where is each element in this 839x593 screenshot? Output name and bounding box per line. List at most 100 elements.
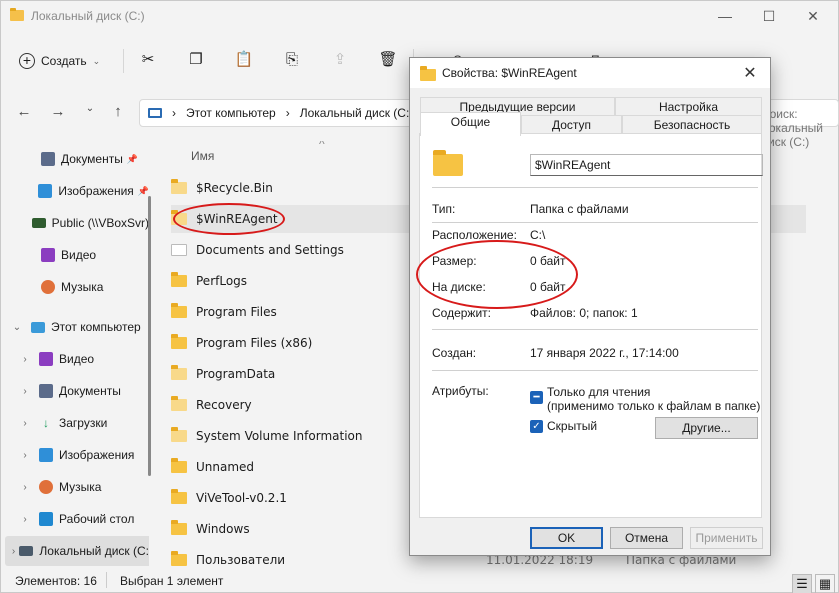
created-label: Создан: [432, 346, 477, 360]
sidebar-item-label: Изображения [58, 184, 134, 198]
chevron-right-icon[interactable]: › [19, 418, 31, 429]
sidebar-item-local-disk[interactable]: › Локальный диск (C:) [5, 536, 149, 566]
file-name: Program Files [196, 305, 277, 319]
cancel-button[interactable]: Отмена [610, 527, 683, 549]
this-pc-icon [31, 321, 45, 333]
folder-icon [171, 272, 187, 287]
tab-security[interactable]: Безопасность [622, 115, 762, 135]
delete-icon[interactable]: 🗑 [377, 49, 399, 71]
sidebar-item-this-pc[interactable]: ⌄ Этот компьютер [1, 312, 149, 342]
folder-icon [171, 551, 187, 566]
sidebar-item-label: Видео [59, 352, 95, 366]
tab-sharing[interactable]: Доступ [521, 115, 622, 135]
sidebar-item-music-quick[interactable]: Музыка [1, 272, 149, 302]
forward-arrow-icon[interactable]: → [47, 103, 69, 123]
music-icon [39, 480, 53, 494]
tab-customize[interactable]: Настройка [615, 97, 762, 117]
sidebar-item-label: Рабочий стол [59, 512, 135, 526]
maximize-button[interactable]: ☐ [754, 5, 784, 27]
tiles-view-icon[interactable]: ▦ [815, 574, 835, 593]
documents-icon [41, 152, 55, 166]
file-name: Unnamed [196, 460, 255, 474]
folder-icon [433, 150, 463, 176]
type-label: Тип: [432, 202, 456, 216]
downloads-icon: ↓ [43, 416, 49, 430]
breadcrumb-separator-icon: › [172, 106, 176, 120]
sidebar-item-label: Загрузки [59, 416, 108, 430]
apply-button[interactable]: Применить [690, 527, 763, 549]
chevron-right-icon[interactable]: › [19, 450, 31, 461]
column-header-name[interactable]: Имя [191, 149, 214, 163]
sidebar-item-label: Документы [59, 384, 121, 398]
chevron-right-icon[interactable]: › [19, 386, 31, 397]
sidebar-item-label: Public (\\VBoxSvr) [51, 216, 149, 230]
sidebar-item-label: Музыка [59, 480, 102, 494]
create-button[interactable]: + Создать ⌄ [19, 47, 100, 75]
folder-icon [171, 303, 187, 318]
documents-icon [39, 384, 53, 398]
chevron-down-icon[interactable]: ⌄ [11, 322, 23, 333]
copy-icon[interactable]: ❐ [185, 49, 207, 71]
close-icon[interactable]: ✕ [740, 63, 760, 83]
status-divider [106, 572, 107, 588]
breadcrumb-local-disk[interactable]: Локальный диск (C:) [300, 106, 414, 120]
sidebar-item-documents[interactable]: › Документы [1, 376, 149, 406]
properties-dialog: Свойства: $WinREAgent ✕ Предыдущие верси… [409, 57, 771, 556]
type-value: Папка с файлами [530, 202, 629, 216]
share-icon[interactable]: ⇪ [329, 49, 351, 71]
sidebar-item-desktop[interactable]: › Рабочий стол [1, 504, 149, 534]
folder-icon [171, 396, 187, 411]
items-count: Элементов: 16 [15, 574, 97, 588]
back-arrow-icon[interactable]: ← [13, 103, 35, 123]
file-name: $Recycle.Bin [196, 181, 273, 195]
rename-icon[interactable]: ⎘ [281, 49, 303, 71]
divider [432, 370, 758, 371]
ok-button[interactable]: OK [530, 527, 603, 549]
drive-icon [19, 546, 34, 556]
tab-general[interactable]: Общие [420, 112, 521, 136]
folder-icon [420, 66, 436, 81]
sidebar-item-pictures-pinned[interactable]: Изображения 📌 [1, 176, 149, 206]
music-icon [41, 280, 55, 294]
readonly-note: (применимо только к файлам в папке) [547, 399, 761, 413]
folder-icon [10, 8, 24, 21]
folder-icon [171, 520, 187, 535]
created-value: 17 января 2022 г., 17:14:00 [530, 346, 679, 360]
folder-name-input[interactable]: $WinREAgent [530, 154, 763, 176]
sidebar-item-public-share[interactable]: Public (\\VBoxSvr) [1, 208, 149, 238]
sidebar-item-videos[interactable]: › Видео [1, 344, 149, 374]
chevron-right-icon[interactable]: › [19, 514, 31, 525]
chevron-right-icon[interactable]: › [19, 354, 31, 365]
videos-icon [41, 248, 55, 262]
chevron-right-icon[interactable]: › [19, 482, 31, 493]
file-name: Пользователи [196, 553, 286, 567]
chevron-right-icon[interactable]: › [11, 546, 16, 557]
sidebar-item-documents-pinned[interactable]: Документы 📌 [1, 144, 149, 174]
details-view-icon[interactable]: ☰ [792, 574, 812, 593]
breadcrumb-this-pc[interactable]: Этот компьютер [186, 106, 276, 120]
folder-icon [171, 179, 187, 194]
up-arrow-icon[interactable]: ↑ [107, 103, 129, 123]
minimize-button[interactable]: — [710, 5, 740, 27]
sidebar-item-downloads[interactable]: › ↓ Загрузки [1, 408, 149, 438]
recent-chevron-icon[interactable]: ⌄ [79, 103, 101, 123]
toolbar-divider [123, 49, 124, 73]
cut-icon[interactable]: ✂ [137, 49, 159, 71]
folder-icon [171, 334, 187, 349]
shortcut-folder-icon [171, 244, 187, 256]
sidebar-item-music[interactable]: › Музыка [1, 472, 149, 502]
sidebar-item-label: Локальный диск (C:) [39, 544, 149, 558]
network-drive-icon [31, 218, 46, 228]
advanced-button[interactable]: Другие... [655, 417, 758, 439]
readonly-checkbox[interactable]: ━ [530, 391, 543, 404]
folder-icon [171, 427, 187, 442]
file-name: Documents and Settings [196, 243, 344, 257]
hidden-checkbox[interactable]: ✓ [530, 420, 543, 433]
sidebar-scrollbar[interactable] [148, 196, 151, 476]
paste-icon[interactable]: 📋 [233, 49, 255, 71]
sidebar-item-pictures[interactable]: › Изображения [1, 440, 149, 470]
close-window-button[interactable]: ✕ [798, 5, 828, 27]
location-value: C:\ [530, 228, 546, 242]
file-name: Program Files (x86) [196, 336, 313, 350]
sidebar-item-videos-quick[interactable]: Видео [1, 240, 149, 270]
